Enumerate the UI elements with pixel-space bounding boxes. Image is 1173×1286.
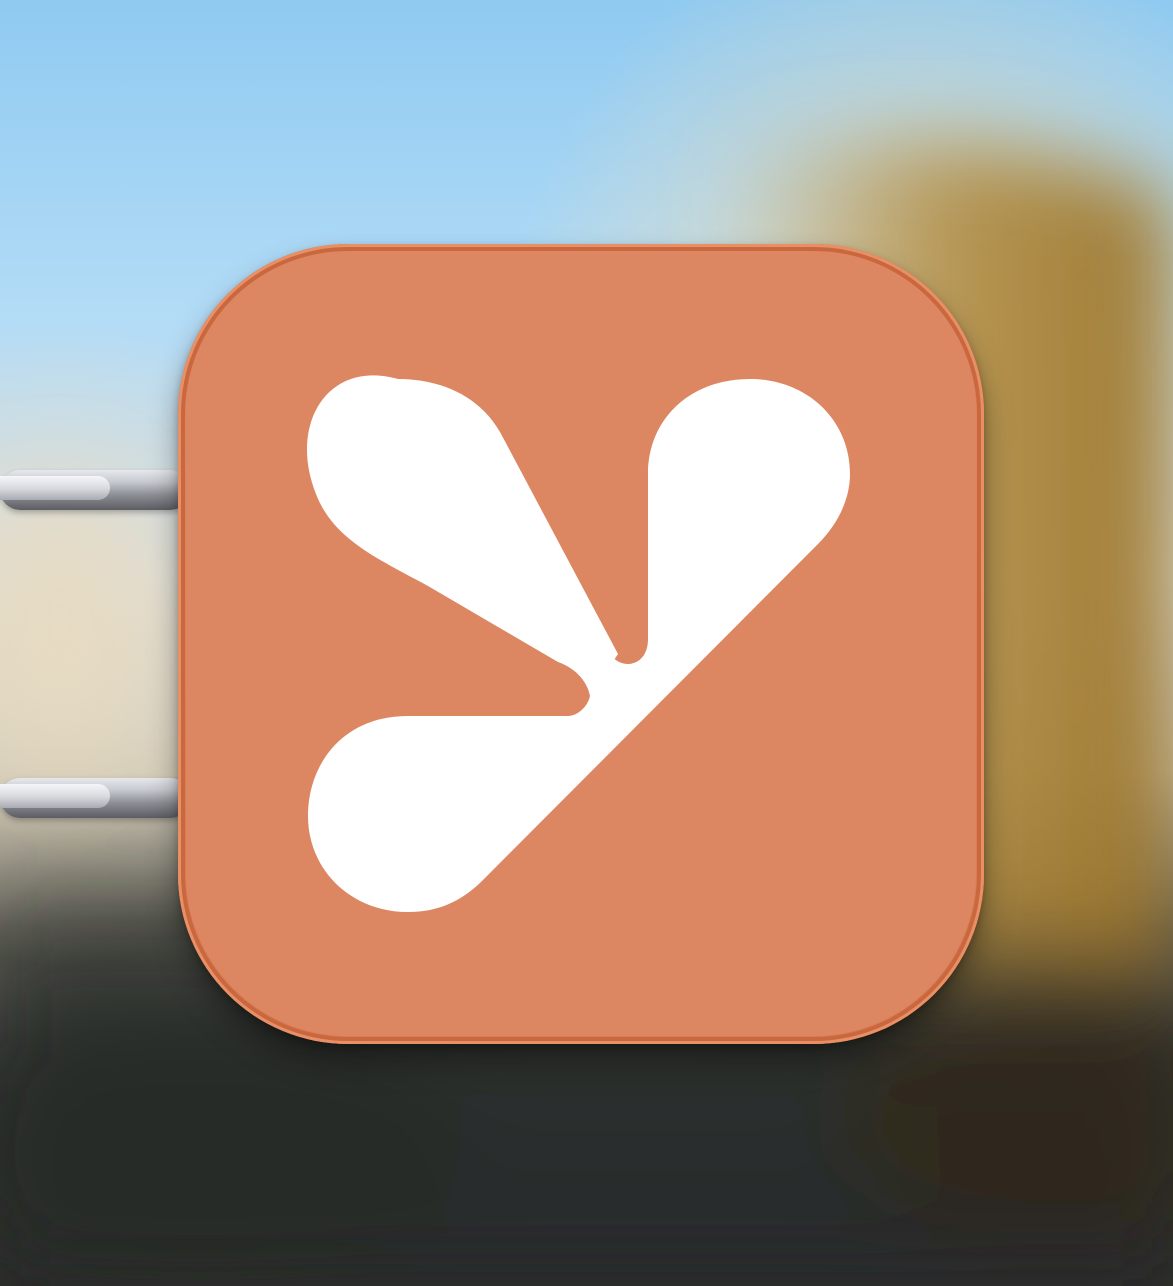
orange-sign-board bbox=[178, 244, 984, 1044]
photo-scene bbox=[0, 0, 1173, 1286]
three-petal-logo-icon bbox=[306, 375, 850, 912]
sign-bracket-bottom bbox=[0, 778, 190, 818]
sign-bracket-top bbox=[0, 470, 190, 510]
